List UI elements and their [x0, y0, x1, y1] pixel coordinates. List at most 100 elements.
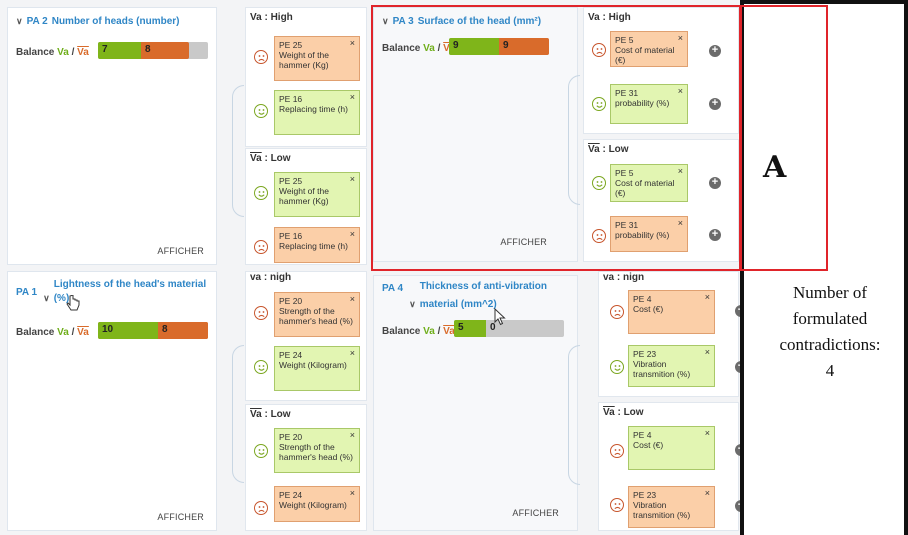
pe-label: Cost (€) [633, 440, 664, 450]
close-icon[interactable]: × [705, 292, 710, 302]
close-icon[interactable]: × [705, 428, 710, 438]
close-icon[interactable]: × [350, 174, 355, 184]
pe-label: Weight of the hammer (Kg) [279, 50, 329, 70]
sad-face-icon [254, 501, 268, 515]
pa1-balance-label: Balance Va / Va [16, 327, 89, 338]
close-icon[interactable]: × [350, 38, 355, 48]
pe-code: PE 23 [633, 349, 657, 359]
pe-code: PE 20 [279, 296, 303, 306]
highlight-box-pa3 [371, 5, 741, 271]
hand-cursor-icon [66, 295, 80, 311]
pe-label: Weight (Kilogram) [279, 500, 347, 510]
pa4-balance-label: Balance Va / Va [382, 326, 455, 337]
pa2-bracket [232, 85, 244, 217]
pe-label: Replacing time (h) [279, 104, 348, 114]
close-icon[interactable]: × [350, 229, 355, 239]
pa4-balance-green: 5 [454, 320, 486, 337]
close-icon[interactable]: × [350, 294, 355, 304]
pa2-title: Number of heads (number) [51, 16, 180, 27]
pe-card-pa1-high-2[interactable]: × PE 24 Weight (Kilogram) [274, 346, 360, 391]
pe-label: Weight of the hammer (Kg) [279, 186, 329, 206]
pa4-afficher-link[interactable]: AFFICHER [512, 508, 559, 518]
close-icon[interactable]: × [350, 348, 355, 358]
pe-code: PE 25 [279, 176, 303, 186]
pa1-bracket [232, 345, 244, 483]
pe-card-pa2-low-1[interactable]: × PE 25 Weight of the hammer (Kg) [274, 172, 360, 217]
contradictions-text: Number of formulated contradictions: 4 [779, 283, 881, 380]
pa2-panel: ∨ PA 2 Number of heads (number) Balance Va… [7, 7, 217, 265]
pe-label: Weight (Kilogram) [279, 360, 347, 370]
pe-code: PE 24 [279, 490, 303, 500]
pa4-bracket [568, 345, 580, 485]
pa4-header[interactable]: ∨ PA 4 Thickness of anti-vibration materia… [382, 281, 577, 314]
pa1-high-title: va : nigh [250, 272, 292, 283]
pa4-high-title: va : nign [603, 272, 645, 283]
pa1-panel: ∨ PA 1 Lightness of the head's material (%… [7, 271, 217, 531]
happy-face-icon [610, 360, 624, 374]
sad-face-icon [610, 498, 624, 512]
close-icon[interactable]: × [350, 92, 355, 102]
pa2-balance-bar: 7 8 [98, 42, 208, 59]
pa1-afficher-link[interactable]: AFFICHER [157, 512, 204, 522]
chevron-down-icon[interactable]: ∨ [43, 293, 50, 303]
pa1-balance-green: 10 [98, 322, 158, 339]
chevron-down-icon[interactable]: ∨ [16, 16, 23, 26]
pe-code: PE 4 [633, 430, 652, 440]
annotation-letter: A [763, 150, 787, 185]
pa4-balance-bar: 5 0 [454, 320, 564, 337]
close-icon[interactable]: × [350, 488, 355, 498]
pe-code: PE 16 [279, 94, 303, 104]
pa2-balance-green: 7 [98, 42, 141, 59]
pa1-balance-bar: 10 8 [98, 322, 208, 339]
pa2-high-title: Va : High [250, 12, 293, 23]
pe-card-pa1-low-1[interactable]: × PE 20 Strength of the hammer's head (%… [274, 428, 360, 473]
pe-card-pa4-low-2[interactable]: × PE 23 Vibration transmition (%) [628, 486, 715, 528]
pe-code: PE 4 [633, 294, 652, 304]
pe-code: PE 25 [279, 40, 303, 50]
pe-code: PE 24 [279, 350, 303, 360]
pa2-low-title: Va : Low [250, 153, 291, 164]
close-icon[interactable]: × [350, 430, 355, 440]
pe-card-pa2-high-2[interactable]: × PE 16 Replacing time (h) [274, 90, 360, 135]
pe-code: PE 20 [279, 432, 303, 442]
sad-face-icon [254, 50, 268, 64]
pe-label: Strength of the hammer's head (%) [279, 442, 353, 462]
sad-face-icon [610, 305, 624, 319]
pa1-header[interactable]: ∨ PA 1 Lightness of the head's material (%… [16, 278, 216, 306]
pa4-low-title: Va : Low [603, 407, 644, 418]
happy-face-icon [254, 360, 268, 374]
screenshot-root: ∨ PA 2 Number of heads (number) Balance Va… [0, 0, 908, 535]
pa2-header[interactable]: ∨ PA 2 Number of heads (number) [16, 14, 180, 29]
pa4-panel: ∨ PA 4 Thickness of anti-vibration materia… [373, 275, 578, 531]
sad-face-icon [254, 306, 268, 320]
pa4-code: PA 4 [382, 283, 404, 294]
pe-label: Replacing time (h) [279, 241, 348, 251]
pe-card-pa4-high-1[interactable]: × PE 4 Cost (€) [628, 290, 715, 334]
pa2-afficher-link[interactable]: AFFICHER [157, 246, 204, 256]
happy-face-icon [254, 104, 268, 118]
pe-card-pa2-low-2[interactable]: × PE 16 Replacing time (h) [274, 227, 360, 263]
pe-card-pa1-low-2[interactable]: × PE 24 Weight (Kilogram) [274, 486, 360, 522]
pa1-balance-orange: 8 [158, 322, 208, 339]
pe-label: Cost (€) [633, 304, 664, 314]
pe-label: Vibration transmition (%) [633, 359, 691, 379]
pe-code: PE 16 [279, 231, 303, 241]
happy-face-icon [254, 186, 268, 200]
highlight-box-a-overlay [740, 5, 828, 271]
chevron-down-icon[interactable]: ∨ [409, 299, 416, 309]
pe-card-pa2-high-1[interactable]: × PE 25 Weight of the hammer (Kg) [274, 36, 360, 81]
pe-label: Strength of the hammer's head (%) [279, 306, 353, 326]
arrow-cursor-icon [494, 308, 506, 326]
pa1-low-title: Va : Low [250, 409, 291, 420]
pe-card-pa4-high-2[interactable]: × PE 23 Vibration transmition (%) [628, 345, 715, 387]
pa2-balance-orange: 8 [141, 42, 189, 59]
pa2-balance-label: Balance Va / Va [16, 47, 89, 58]
pa4-title: Thickness of anti-vibration material (mm… [419, 281, 547, 310]
pe-code: PE 23 [633, 490, 657, 500]
pe-card-pa1-high-1[interactable]: × PE 20 Strength of the hammer's head (%… [274, 292, 360, 337]
sad-face-icon [610, 444, 624, 458]
close-icon[interactable]: × [705, 347, 710, 357]
pe-card-pa4-low-1[interactable]: × PE 4 Cost (€) [628, 426, 715, 470]
close-icon[interactable]: × [705, 488, 710, 498]
sad-face-icon [254, 240, 268, 254]
